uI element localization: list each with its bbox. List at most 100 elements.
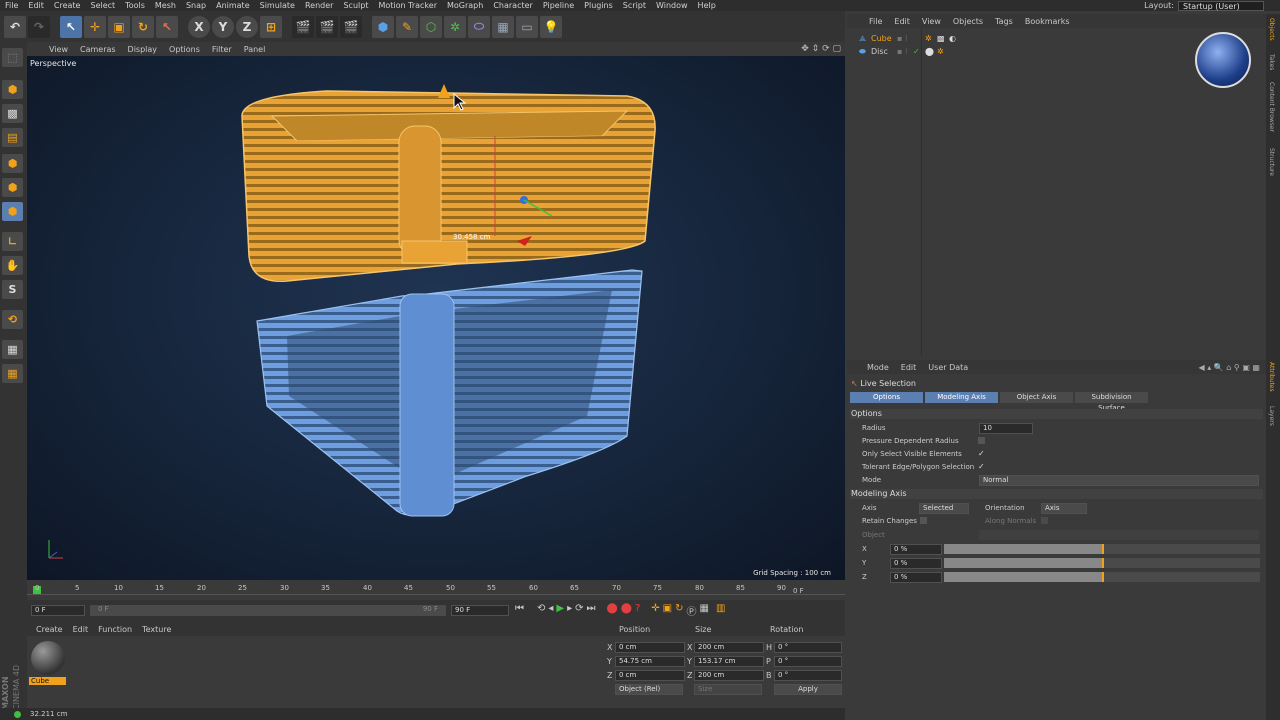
model-mode-icon[interactable]: ⬢ — [2, 80, 23, 99]
material-swatch[interactable]: Cube — [29, 640, 66, 688]
size-mode-select[interactable]: Size — [694, 684, 762, 695]
frame-range-slider[interactable]: 0 F 90 F — [90, 605, 446, 616]
next-key-icon[interactable]: ⟳ — [575, 603, 583, 618]
side-tab-layers[interactable]: Layers — [1268, 406, 1275, 426]
vp-menu-panel[interactable]: Panel — [238, 45, 272, 54]
viewport-nav-icons[interactable]: ✥ ⇕ ⟳ ▢ — [801, 44, 841, 54]
visibility-dots-icon[interactable]: ▪ ⁝ — [897, 45, 908, 58]
polygons-mode-icon[interactable]: ⬢ — [2, 202, 23, 221]
auto-key-icon[interactable]: ⬤ — [621, 603, 632, 618]
menu-create[interactable]: Create — [49, 1, 86, 10]
scale-key-icon[interactable]: ▣ — [663, 603, 672, 618]
mode-select[interactable]: Normal — [979, 475, 1259, 486]
step-forward-icon[interactable]: ▸ — [567, 603, 572, 618]
current-frame-field[interactable]: 0 F — [31, 605, 85, 616]
menu-select[interactable]: Select — [85, 1, 120, 10]
make-editable-icon[interactable]: ⬚ — [2, 48, 23, 67]
x-axis-lock-icon[interactable]: X — [188, 15, 210, 38]
obj-menu-objects[interactable]: Objects — [947, 17, 989, 26]
render-settings-icon[interactable]: 🎬 — [340, 15, 362, 38]
menu-animate[interactable]: Animate — [211, 1, 255, 10]
obj-menu-bookmarks[interactable]: Bookmarks — [1019, 17, 1076, 26]
phong-tag-icon[interactable]: ✲ — [925, 32, 932, 45]
tweak-mode-icon[interactable]: ✋ — [2, 256, 23, 275]
edges-mode-icon[interactable]: ⬢ — [2, 178, 23, 197]
phong-tag-icon[interactable]: ✲ — [937, 45, 944, 58]
rotation-key-icon[interactable]: ↻ — [675, 603, 683, 618]
render-picture-viewer-icon[interactable]: 🎬 — [316, 15, 338, 38]
texture-tag-icon[interactable]: ▩ — [937, 32, 945, 45]
texture-mode-icon[interactable]: ▩ — [2, 104, 23, 123]
tab-subdivision-surface[interactable]: Subdivision Surface — [1075, 392, 1148, 412]
mat-menu-texture[interactable]: Texture — [137, 625, 176, 634]
mat-menu-edit[interactable]: Edit — [68, 625, 94, 634]
subdivision-surface-icon[interactable]: ⬡ — [420, 15, 442, 38]
keyframe-selection-icon[interactable]: ? — [635, 603, 640, 618]
attr-menu-user-data[interactable]: User Data — [922, 363, 974, 372]
size-y-field[interactable]: 153.17 cm — [694, 656, 764, 667]
coordinate-mode-select[interactable]: Object (Rel) — [615, 684, 683, 695]
camera-icon[interactable]: ▭ — [516, 15, 538, 38]
rotate-icon[interactable]: ↻ — [132, 15, 154, 38]
attr-nav-icons[interactable]: ◀ ▴ 🔍 ⌂ ⚲ ▣ ▦ — [1199, 363, 1260, 372]
side-tab-attributes[interactable]: Attributes — [1268, 362, 1275, 392]
orientation-select[interactable]: Axis — [1041, 503, 1087, 514]
tab-object-axis[interactable]: Object Axis — [1000, 392, 1073, 403]
floor-icon[interactable]: ▦ — [492, 15, 514, 38]
vp-menu-view[interactable]: View — [43, 45, 74, 54]
menu-script[interactable]: Script — [618, 1, 651, 10]
tab-modeling-axis[interactable]: Modeling Axis — [925, 392, 998, 403]
go-to-start-icon[interactable]: ⏮ — [515, 603, 524, 618]
material-tag-icon[interactable]: ⬤ — [925, 45, 934, 58]
cube-lid-selected[interactable] — [241, 90, 656, 283]
light-icon[interactable]: 💡 — [540, 15, 562, 38]
material-tag-icon[interactable]: ◐ — [949, 32, 956, 45]
tab-options[interactable]: Options — [850, 392, 923, 403]
menu-file[interactable]: File — [0, 1, 23, 10]
sculpt-icon[interactable]: ⟲ — [2, 310, 23, 329]
pla-key-icon[interactable]: ▦ — [700, 603, 709, 618]
undo-icon[interactable]: ↶ — [4, 15, 26, 38]
play-icon[interactable]: ▶ — [556, 603, 564, 618]
visible-elements-checkbox[interactable]: ✓ — [978, 449, 985, 458]
end-frame-field[interactable]: 90 F — [451, 605, 509, 616]
z-axis-lock-icon[interactable]: Z — [236, 15, 258, 38]
menu-snap[interactable]: Snap — [181, 1, 211, 10]
perspective-viewport[interactable]: Perspective 30.458 cm Grid Spacing: 100… — [27, 56, 845, 580]
object-link-field[interactable] — [979, 530, 1259, 540]
size-x-field[interactable]: 200 cm — [694, 642, 764, 653]
coordinate-system-icon[interactable]: ⊞ — [260, 15, 282, 38]
x-slider[interactable] — [944, 544, 1260, 554]
pos-x-field[interactable]: 0 cm — [615, 642, 685, 653]
apply-button[interactable]: Apply — [774, 684, 842, 695]
side-tab-content-browser[interactable]: Content Browser — [1268, 82, 1275, 132]
mat-menu-create[interactable]: Create — [31, 625, 68, 634]
rot-b-field[interactable]: 0 ° — [774, 670, 842, 681]
obj-menu-edit[interactable]: Edit — [888, 17, 916, 26]
pos-y-field[interactable]: 54.75 cm — [615, 656, 685, 667]
pos-z-field[interactable]: 0 cm — [615, 670, 685, 681]
y-slider[interactable] — [944, 558, 1260, 568]
scheme-icon[interactable]: ▥ — [716, 603, 725, 618]
recent-tools-icon[interactable]: ↖ — [156, 15, 178, 38]
menu-simulate[interactable]: Simulate — [255, 1, 300, 10]
step-back-icon[interactable]: ◂ — [548, 603, 553, 618]
attr-menu-mode[interactable]: Mode — [861, 363, 895, 372]
size-z-field[interactable]: 200 cm — [694, 670, 764, 681]
vp-menu-filter[interactable]: Filter — [206, 45, 238, 54]
pressure-checkbox[interactable] — [978, 437, 985, 444]
obj-menu-view[interactable]: View — [916, 17, 947, 26]
planar-workplane-icon[interactable]: ▦ — [2, 364, 23, 383]
menu-character[interactable]: Character — [488, 1, 538, 10]
render-view-icon[interactable]: 🎬 — [292, 15, 314, 38]
snap-icon[interactable]: S — [2, 280, 23, 299]
deformer-icon[interactable]: ⬭ — [468, 15, 490, 38]
side-tab-objects[interactable]: Objects — [1268, 18, 1275, 41]
attr-menu-edit[interactable]: Edit — [895, 363, 923, 372]
rot-h-field[interactable]: 0 ° — [774, 642, 842, 653]
menu-render[interactable]: Render — [300, 1, 338, 10]
layout-select[interactable]: Startup (User) — [1178, 0, 1264, 11]
cube-base[interactable] — [256, 269, 643, 517]
vp-menu-cameras[interactable]: Cameras — [74, 45, 122, 54]
menu-window[interactable]: Window — [651, 1, 693, 10]
